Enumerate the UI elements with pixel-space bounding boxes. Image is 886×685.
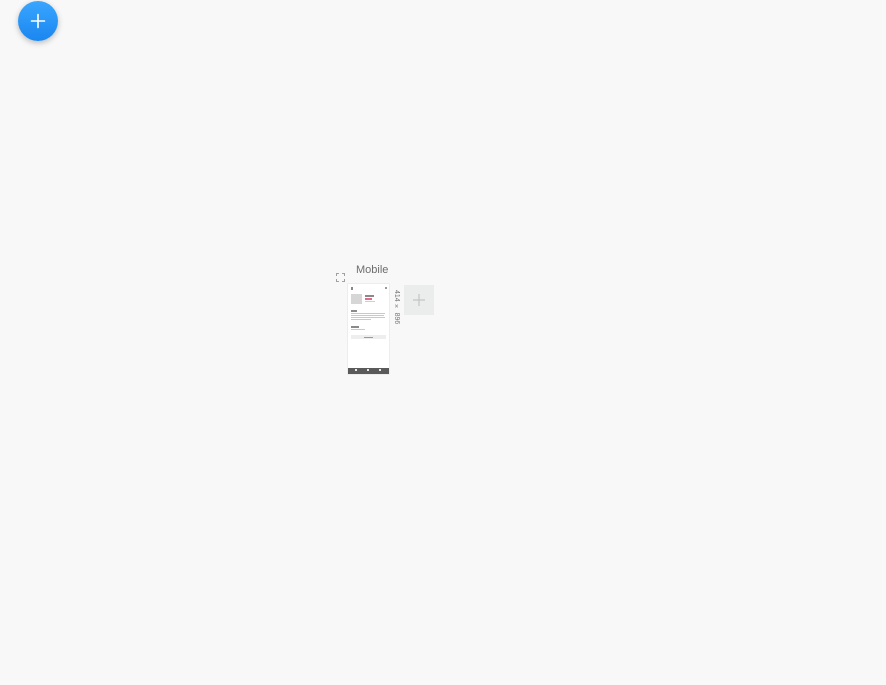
tab-icon [379, 369, 381, 371]
add-button[interactable] [18, 1, 58, 41]
price-line [365, 298, 372, 300]
frame-dimensions: 414 × 896 [393, 290, 400, 325]
add-frame-button[interactable] [404, 285, 434, 315]
plus-icon [30, 13, 46, 29]
text-line [351, 319, 371, 320]
design-canvas[interactable]: Mobile 414 × 896 [0, 0, 886, 685]
section-heading-line [351, 310, 357, 312]
tab-bar [348, 368, 389, 374]
tab-icon [367, 369, 369, 371]
text-line [351, 329, 365, 330]
meta-line [365, 301, 375, 302]
text-line [351, 315, 384, 316]
product-thumbnail [351, 294, 362, 304]
section-heading-line [351, 326, 359, 328]
status-bar-mark [351, 287, 353, 290]
tab-icon [355, 369, 357, 371]
frame-title[interactable]: Mobile [356, 264, 388, 276]
frame-preview[interactable] [348, 284, 389, 374]
product-title-line [365, 295, 374, 297]
action-button-text [364, 336, 373, 338]
plus-icon [413, 294, 425, 306]
text-line [351, 313, 385, 314]
expand-icon[interactable] [336, 273, 345, 282]
text-line [351, 317, 385, 318]
close-mark [385, 287, 387, 289]
